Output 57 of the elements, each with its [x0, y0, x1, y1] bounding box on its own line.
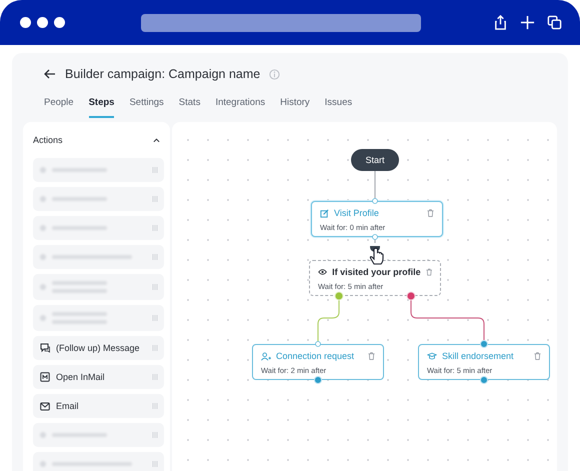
window-dot[interactable] — [20, 17, 31, 28]
drag-handle-icon[interactable] — [152, 432, 158, 438]
panel-title: Actions — [33, 135, 63, 145]
hand-cursor-icon — [369, 246, 385, 266]
window-dot[interactable] — [37, 17, 48, 28]
envelope-icon — [40, 402, 50, 410]
page-title: Builder campaign: Campaign name — [65, 67, 260, 81]
port-dot[interactable] — [372, 234, 378, 240]
window-dot[interactable] — [54, 17, 65, 28]
trash-icon[interactable] — [534, 352, 541, 360]
drag-handle-icon[interactable] — [152, 345, 158, 351]
tab[interactable]: Settings — [129, 93, 164, 118]
tab[interactable]: History — [280, 93, 310, 118]
drag-handle-icon[interactable] — [152, 196, 158, 202]
start-node[interactable]: Start — [351, 149, 399, 171]
step-title: If visited your profile — [332, 267, 421, 277]
user-add-icon — [261, 352, 271, 360]
chat-icon — [40, 343, 50, 353]
drag-handle-icon[interactable] — [152, 374, 158, 380]
tab[interactable]: Steps — [88, 93, 114, 118]
action-item[interactable]: Email — [33, 394, 164, 418]
drag-handle-icon[interactable] — [152, 315, 158, 321]
trash-icon[interactable] — [427, 209, 434, 217]
eye-icon — [318, 268, 328, 276]
step-title: Skill endorsement — [442, 351, 514, 361]
drag-handle-icon[interactable] — [152, 167, 158, 173]
tab[interactable]: People — [44, 93, 74, 118]
step-title: Connection request — [276, 351, 354, 361]
port-dot[interactable] — [480, 340, 488, 348]
tabs-icon[interactable] — [547, 15, 562, 30]
port-dot[interactable] — [406, 292, 416, 300]
inbox-icon — [40, 372, 50, 382]
drag-handle-icon[interactable] — [152, 461, 158, 467]
address-bar[interactable] — [141, 14, 421, 32]
port-dot[interactable] — [480, 376, 488, 384]
port-dot[interactable] — [372, 198, 378, 204]
trash-icon[interactable] — [426, 268, 432, 276]
drag-handle-icon[interactable] — [152, 403, 158, 409]
chevron-icon[interactable] — [153, 138, 160, 142]
graduation-cap-icon — [427, 352, 437, 360]
tab[interactable]: Stats — [178, 93, 200, 118]
info-icon[interactable] — [269, 68, 280, 80]
back-arrow-icon[interactable] — [44, 69, 56, 79]
port-dot[interactable] — [315, 341, 321, 347]
tab[interactable]: Issues — [324, 93, 352, 118]
drag-handle-icon[interactable] — [152, 225, 158, 231]
drag-handle-icon[interactable] — [152, 254, 158, 260]
action-item[interactable]: Open InMail — [33, 365, 164, 389]
drag-handle-icon[interactable] — [152, 284, 158, 290]
share-icon[interactable] — [493, 15, 508, 30]
port-dot[interactable] — [314, 376, 322, 384]
plus-icon[interactable] — [520, 15, 535, 30]
tab[interactable]: Integrations — [215, 93, 266, 118]
step-title: Visit Profile — [334, 208, 379, 218]
trash-icon[interactable] — [368, 352, 375, 360]
action-item[interactable]: (Follow up) Message — [33, 336, 164, 360]
edit-icon — [320, 208, 329, 218]
